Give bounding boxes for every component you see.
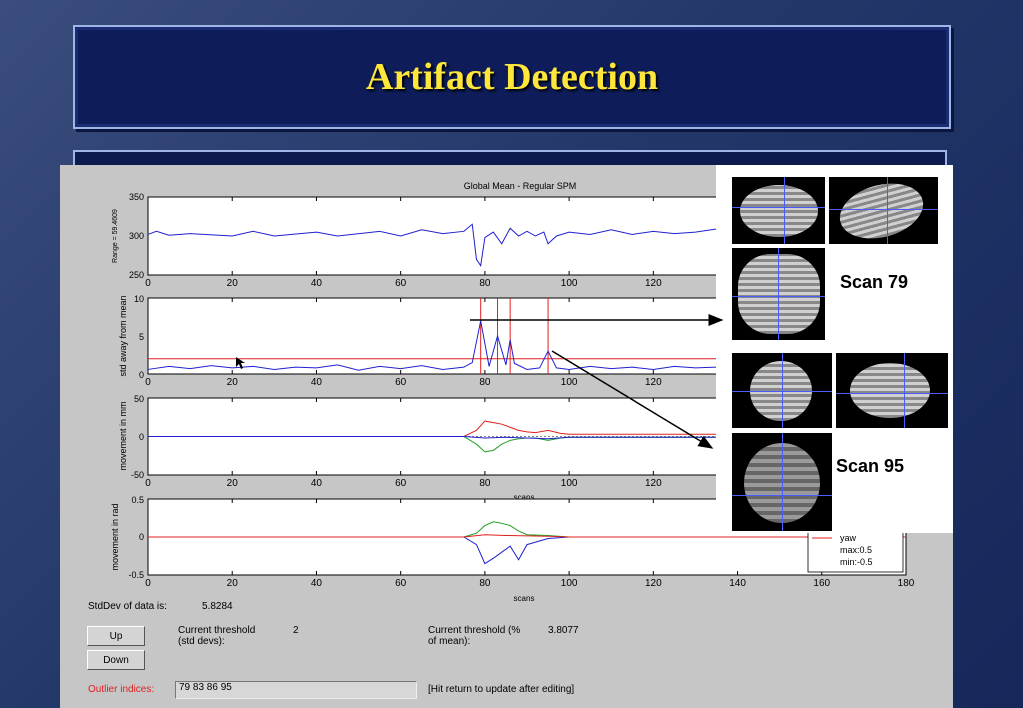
x-tick-label: 20 bbox=[227, 377, 239, 388]
plot-1-title: Global Mean - Regular SPM bbox=[464, 181, 577, 191]
threshold-pct-value: 3.8077 bbox=[548, 625, 579, 636]
threshold-pct-label: Current threshold (% of mean): bbox=[428, 625, 521, 647]
x-tick-label: 120 bbox=[645, 578, 662, 589]
x-tick-label: 60 bbox=[395, 278, 407, 289]
scan-95-sagittal-image bbox=[836, 353, 948, 428]
plot-2-ytick: 0 bbox=[139, 370, 144, 380]
threshold-std-label: Current threshold (std devs): bbox=[178, 625, 256, 647]
x-tick-label: 60 bbox=[395, 478, 407, 489]
x-tick-label: 100 bbox=[561, 578, 578, 589]
x-tick-label: 20 bbox=[227, 578, 239, 589]
x-tick-label: 20 bbox=[227, 478, 239, 489]
x-tick-label: 60 bbox=[395, 377, 407, 388]
outlier-indices-label: Outlier indices: bbox=[88, 684, 155, 695]
x-tick-label: 180 bbox=[898, 578, 915, 589]
x-tick-label: 120 bbox=[645, 478, 662, 489]
x-tick-label: 80 bbox=[479, 377, 491, 388]
x-tick-label: 100 bbox=[561, 377, 578, 388]
plot-4-ytick: 0.5 bbox=[131, 495, 144, 505]
x-tick-label: 40 bbox=[311, 377, 323, 388]
plot-1-ytick: 300 bbox=[129, 231, 144, 241]
plot-3-ytick: 0 bbox=[139, 432, 144, 442]
plot-global-mean: Global Mean - Regular SPM Range = 59.460… bbox=[112, 181, 719, 289]
x-tick-label: 140 bbox=[729, 578, 746, 589]
scan-79-axial-image bbox=[732, 177, 825, 244]
x-tick-label: 0 bbox=[145, 278, 151, 289]
plot-2-ylabel: std away from mean bbox=[118, 295, 128, 376]
legend-entry: yaw bbox=[840, 533, 857, 543]
x-tick-label: 80 bbox=[479, 478, 491, 489]
plot-movement-mm: movement in mm 50 0 -50 0 20 40 60 80 100 120 … bbox=[118, 394, 719, 502]
plot-4-xlabel: scans bbox=[514, 594, 535, 603]
x-tick-label: 0 bbox=[145, 578, 151, 589]
scan-95-label: Scan 95 bbox=[836, 456, 905, 476]
stddev-value: 5.8284 bbox=[202, 601, 233, 612]
outlier-indices-input[interactable]: 79 83 86 95 bbox=[175, 681, 417, 699]
x-tick-label: 40 bbox=[311, 278, 323, 289]
plot-3-ylabel: movement in mm bbox=[118, 401, 128, 470]
update-hint: [Hit return to update after editing] bbox=[428, 684, 575, 695]
x-tick-label: 40 bbox=[311, 578, 323, 589]
x-tick-label: 100 bbox=[561, 478, 578, 489]
scan-79-sagittal-image bbox=[829, 177, 938, 244]
down-button[interactable]: Down bbox=[87, 650, 145, 670]
up-button[interactable]: Up bbox=[87, 626, 145, 646]
scan-95-axial-image bbox=[732, 353, 832, 428]
scan-95-coronal-image bbox=[732, 433, 832, 531]
x-tick-label: 20 bbox=[227, 278, 239, 289]
stddev-label: StdDev of data is: bbox=[88, 601, 167, 612]
x-tick-label: 40 bbox=[311, 478, 323, 489]
plot-4-ytick: 0 bbox=[139, 532, 144, 542]
slide-title: Artifact Detection bbox=[365, 56, 659, 98]
legend-max: max:0.5 bbox=[840, 545, 872, 555]
x-tick-label: 100 bbox=[561, 278, 578, 289]
plot-1-ytick: 250 bbox=[129, 270, 144, 280]
threshold-std-value: 2 bbox=[293, 625, 299, 636]
plot-std-away: std away from mean 10 5 0 0 20 40 60 80 100 12… bbox=[118, 294, 719, 388]
legend-min: min:-0.5 bbox=[840, 557, 873, 567]
x-tick-label: 60 bbox=[395, 578, 407, 589]
scan-79-label: Scan 79 bbox=[840, 272, 909, 292]
artifact-detection-window: Global Mean - Regular SPM Range = 59.460… bbox=[60, 165, 953, 708]
plot-2-ytick: 5 bbox=[139, 332, 144, 342]
x-tick-label: 120 bbox=[645, 278, 662, 289]
x-tick-label: 0 bbox=[145, 377, 151, 388]
x-tick-label: 0 bbox=[145, 478, 151, 489]
plot-2-ytick: 10 bbox=[134, 294, 144, 304]
x-tick-label: 120 bbox=[645, 377, 662, 388]
plot-4-ylabel: movement in rad bbox=[110, 503, 120, 570]
plot-1-ytick: 350 bbox=[129, 192, 144, 202]
scan-79-coronal-image bbox=[732, 248, 825, 340]
plot-4-ytick: -0.5 bbox=[128, 570, 144, 580]
plot-3-ytick: 50 bbox=[134, 394, 144, 404]
plot-1-ylabel: Range = 59.4609 bbox=[112, 209, 119, 263]
plot-2-axes bbox=[147, 297, 719, 375]
x-tick-label: 80 bbox=[479, 578, 491, 589]
x-tick-label: 80 bbox=[479, 278, 491, 289]
slide-title-box: Artifact Detection bbox=[73, 25, 951, 129]
plot-3-ytick: -50 bbox=[131, 470, 144, 480]
x-tick-label: 160 bbox=[813, 578, 830, 589]
scan-images-panel: Scan 79 Scan 95 bbox=[716, 165, 953, 533]
